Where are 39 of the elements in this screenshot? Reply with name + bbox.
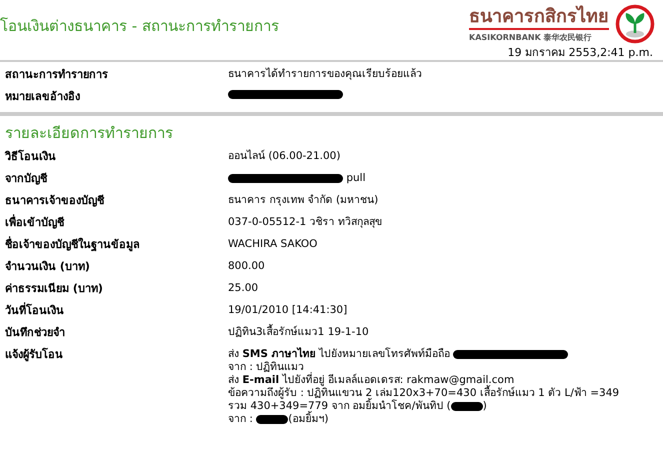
bank-name-chinese: 泰华农民银行 (544, 32, 592, 42)
field-value: ธนาคาร กรุงเทพ จำกัด (มหาชน) (228, 194, 378, 207)
redaction-mark (256, 415, 288, 424)
bank-name: ธนาคารกสิกรไทย (469, 6, 609, 30)
field-label: สถานะการทำรายการ (5, 67, 109, 82)
redaction-mark (450, 402, 483, 411)
field-label: แจ้งผู้รับโอน (5, 346, 64, 362)
field-label: บันทึกช่วยจำ (5, 325, 66, 340)
field-label: จำนวนเงิน (บาท) (5, 259, 91, 274)
field-value: 19/01/2010 [14:41:30] (228, 304, 348, 317)
page-title: โอนเงินต่างธนาคาร - สถานะการทำรายการ (0, 16, 279, 37)
field-value: 25.00 (228, 282, 258, 295)
bank-name-latin: KASIKORNBANK (469, 32, 541, 42)
field-value: 037-0-05512-1 วชิรา ทวิสกุลสุข (228, 216, 382, 229)
field-label: หมายเลขอ้างอิง (5, 89, 81, 104)
field-label: วันที่โอนเงิน (5, 301, 65, 318)
field-value: WACHIRA SAKOO (228, 238, 318, 251)
field-value: ส่ง SMS ภาษาไทย ไปยังหมายเลขโทรศัพท์มือถือ (228, 348, 451, 361)
field-value: จาก : ปฏิทินแมว (228, 361, 304, 373)
field-value: ปฏิทิน3เสื้อรักษ์แมว1 19-1-10 (228, 326, 369, 339)
field-value: ธนาคารได้ทำรายการของคุณเรียบร้อยแล้ว (228, 68, 422, 81)
field-value: จาก : (228, 413, 254, 426)
field-label: วิธีโอนเงิน (5, 148, 57, 164)
field-value: ส่ง E-mail ไปยังที่อยู่ อีเมลล์แอดเดรส: rakmaw@gmail.com (228, 374, 514, 386)
leaf-logo-icon (615, 4, 655, 44)
field-label: เพื่อเข้าบัญชี (5, 213, 66, 230)
field-value: pull (345, 172, 366, 185)
field-value: ข้อความถึงผู้รับ : ปฏิทินแขวน 2 เล่ม120x3+70=430 เสื้อรักษ์แมว 1 ตัว L/ฟ้า =349 (228, 387, 620, 399)
field-label: จากบัญชี (5, 171, 48, 186)
date-time: 19 มกราคม 2553,2:41 p.m. (508, 46, 653, 59)
field-label: ชื่อเจ้าของบัญชีในฐานข้อมูล (5, 235, 141, 252)
field-label: ค่าธรรมเนียม (บาท) (5, 281, 104, 296)
section-heading: รายละเอียดการทำรายการ (0, 112, 663, 144)
field-value: (อมยิ้มฯ) (288, 413, 328, 426)
field-value: รวม 430+349=779 จาก อมยิ้มนำโชค/พันทิป ( (228, 400, 451, 412)
field-value: ) (482, 400, 487, 413)
field-value: ออนไลน์ (06.00-21.00) (228, 150, 340, 163)
field-value: 800.00 (228, 260, 265, 273)
field-label: ธนาคารเจ้าของบัญชี (5, 193, 106, 208)
